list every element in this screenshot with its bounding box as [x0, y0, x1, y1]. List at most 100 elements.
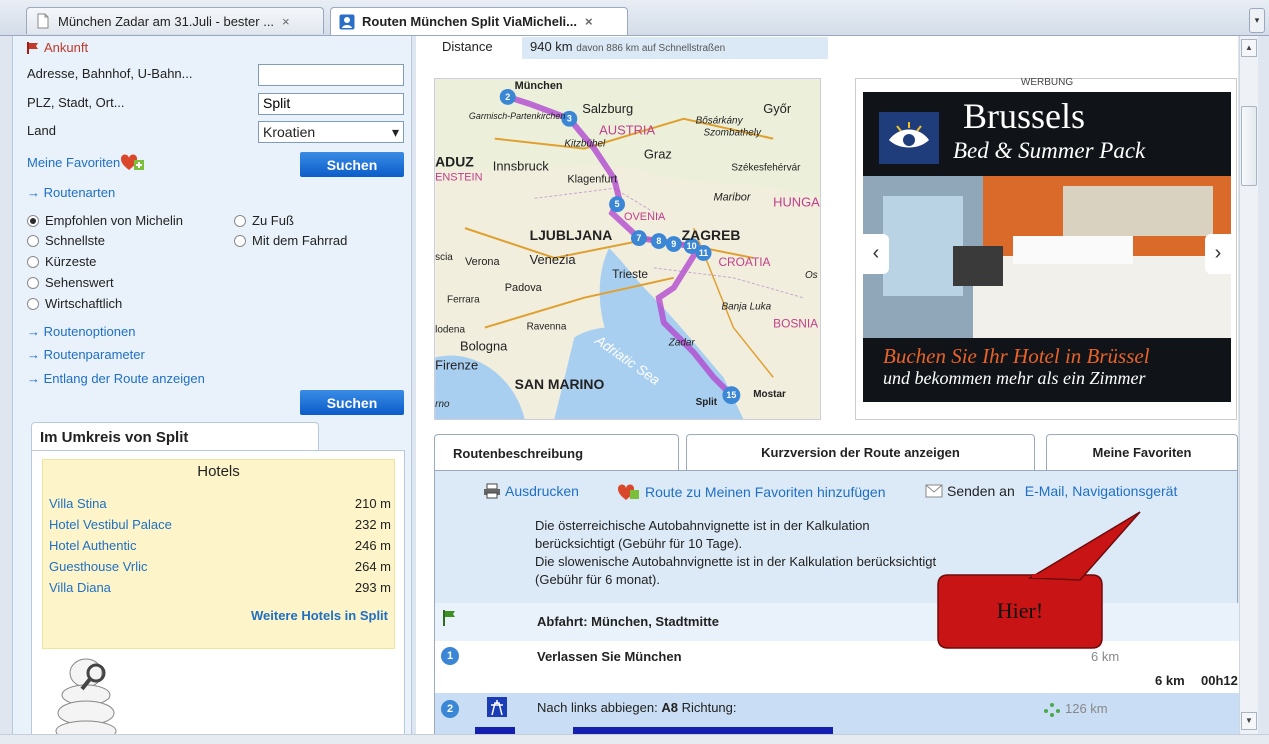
tab-list-dropdown-icon[interactable]: ▾ [1249, 8, 1265, 33]
add-to-favorites-link[interactable]: Route zu Meinen Favoriten hinzufügen [617, 483, 885, 501]
ad-title: Brussels [963, 96, 1086, 136]
tab-my-favorites[interactable]: Meine Favoriten [1046, 434, 1238, 470]
map-label: München [515, 80, 563, 92]
email-link[interactable]: E-Mail [1025, 483, 1065, 499]
map-label: scia [435, 252, 453, 263]
route-parameters-link[interactable]: → Routenparameter [27, 347, 145, 362]
map-label: Firenze [435, 357, 478, 372]
ad-banner[interactable]: Brussels Bed & Summer Pack ‹ › Buchen Si… [863, 92, 1231, 402]
route-options-link[interactable]: → Routenoptionen [27, 324, 135, 339]
route-step-row[interactable]: 1 Verlassen Sie München 6 km 6 km 00h12 [435, 641, 1239, 693]
hotel-row[interactable]: Hotel Authentic 246 m [49, 538, 391, 553]
close-tab-icon[interactable]: × [585, 14, 593, 29]
step-number-badge: 1 [441, 647, 459, 665]
browser-tab-strip: München Zadar am 31.Juli - bester ... × … [0, 0, 1269, 36]
radio-button [27, 234, 39, 247]
country-select-value: Kroatien [263, 124, 316, 140]
radio-button [27, 214, 39, 227]
scrollbar-thumb[interactable] [1241, 106, 1257, 186]
scroll-up-arrow-icon[interactable]: ▲ [1241, 39, 1257, 57]
map-label: Bősárkány [696, 116, 744, 127]
nearby-tab[interactable]: Im Umkreis von Split [31, 422, 319, 452]
address-input[interactable] [258, 64, 404, 86]
map-label: Verona [465, 256, 501, 268]
my-favorites-link[interactable]: Meine Favoriten [27, 152, 146, 172]
map-marker: 9 [671, 239, 676, 249]
radio-shortest[interactable]: Kürzeste [27, 254, 96, 269]
city-input[interactable]: Split [258, 93, 404, 115]
map-label: Salzburg [582, 101, 633, 116]
link-separator: , [1064, 483, 1069, 499]
map-label: LJUBLJANA [530, 227, 613, 243]
hotel-row[interactable]: Villa Diana 293 m [49, 580, 391, 595]
map-label: rno [435, 399, 450, 410]
browser-tab-viamichelin[interactable]: Routen München Split ViaMicheli... × [330, 7, 628, 35]
address-label: Adresse, Bahnhof, U-Bahn... [27, 66, 193, 81]
print-link[interactable]: Ausdrucken [483, 483, 579, 499]
hotels-title: Hotels [197, 463, 240, 480]
ad-label: WERBUNG [1020, 77, 1074, 88]
arrival-heading: Ankunft [27, 40, 88, 55]
tab-short-route[interactable]: Kurzversion der Route anzeigen [686, 434, 1035, 470]
close-tab-icon[interactable]: × [282, 14, 290, 29]
map-label: HUNGA [773, 194, 820, 209]
route-map[interactable]: 2 3 5 7 8 9 10 11 15 München Salzburg Gy… [434, 78, 821, 420]
along-route-link[interactable]: → Entlang der Route anzeigen [27, 371, 205, 386]
map-label: Banja Luka [721, 302, 771, 313]
map-label: Split [696, 397, 718, 408]
horizontal-scrollbar[interactable] [0, 734, 1269, 744]
radio-bicycle[interactable]: Mit dem Fahrrad [234, 233, 347, 248]
distance-value: 940 km [530, 39, 573, 54]
step-instruction: Nach links abbiegen: A8 Richtung: [537, 700, 737, 715]
tab-route-description[interactable]: Routenbeschreibung [434, 434, 679, 471]
route-form-panel: Ankunft Adresse, Bahnhof, U-Bahn... PLZ,… [12, 36, 412, 744]
radio-walk[interactable]: Zu Fuß [234, 213, 294, 228]
map-label: lodena [435, 325, 465, 336]
nearby-panel: Hotels Villa Stina 210 m Hotel Vestibul P… [31, 450, 405, 744]
radio-scenic[interactable]: Sehenswert [27, 275, 114, 290]
motorway-sign-icon [487, 697, 507, 717]
map-marker: 15 [726, 390, 736, 400]
viamichelin-favicon-icon [339, 14, 355, 29]
radio-recommended[interactable]: Empfohlen von Michelin [27, 213, 183, 228]
search-button[interactable]: Suchen [300, 152, 404, 177]
window-left-edge [0, 36, 12, 744]
distance-label: Distance [442, 39, 493, 54]
map-label: AUSTRIA [599, 123, 655, 138]
browser-tab-title: München Zadar am 31.Juli - bester ... [58, 13, 275, 29]
map-label: Mostar [753, 389, 786, 400]
map-label: Maribor [713, 191, 750, 203]
hotel-row[interactable]: Villa Stina 210 m [49, 496, 391, 511]
radio-fastest[interactable]: Schnellste [27, 233, 105, 248]
radio-button [234, 214, 246, 227]
map-label: BOSNIA AND HERZEGOV [773, 317, 821, 331]
hotels-box: Hotels Villa Stina 210 m Hotel Vestibul P… [42, 459, 395, 649]
map-label: Venezia [530, 252, 577, 267]
step-number-badge: 2 [441, 700, 459, 718]
map-label: Ravenna [527, 322, 567, 333]
hotel-row[interactable]: Hotel Vestibul Palace 232 m [49, 517, 391, 532]
browser-tab-zadar[interactable]: München Zadar am 31.Juli - bester ... × [26, 7, 324, 34]
vertical-scrollbar[interactable]: ▲ ▼ [1239, 36, 1258, 734]
city-label: PLZ, Stadt, Ort... [27, 95, 125, 110]
country-select[interactable]: Kroatien ▾ [258, 121, 404, 143]
advertisement[interactable]: WERBUNG Brussels Bed & Summer Pack ‹ › B… [855, 77, 1237, 420]
map-marker: 5 [615, 199, 620, 209]
map-label: Ferrara [447, 295, 480, 306]
route-types-link[interactable]: → Routenarten [27, 185, 115, 200]
map-label: Os [805, 270, 818, 281]
hotel-row[interactable]: Guesthouse Vrlic 264 m [49, 559, 391, 574]
distance-note: davon 886 km auf Schnellstraßen [576, 43, 726, 54]
ad-prev-button[interactable]: ‹ [863, 234, 889, 274]
map-label: Garmisch-Partenkirchen [469, 111, 565, 121]
map-label: CROATIA [718, 255, 770, 269]
ad-next-button[interactable]: › [1205, 234, 1231, 274]
navigation-device-link[interactable]: Navigationsgerät [1072, 483, 1177, 499]
scroll-down-arrow-icon[interactable]: ▼ [1241, 712, 1257, 730]
more-hotels-link[interactable]: Weitere Hotels in Split [251, 608, 388, 623]
radio-economic[interactable]: Wirtschaftlich [27, 296, 122, 311]
route-description-panel: Ausdrucken Route zu Meinen Favoriten hin… [434, 470, 1239, 744]
step-distance: 126 km [1065, 701, 1108, 716]
search-button-2[interactable]: Suchen [300, 390, 404, 415]
browser-tab-title: Routen München Split ViaMicheli... [362, 14, 578, 29]
